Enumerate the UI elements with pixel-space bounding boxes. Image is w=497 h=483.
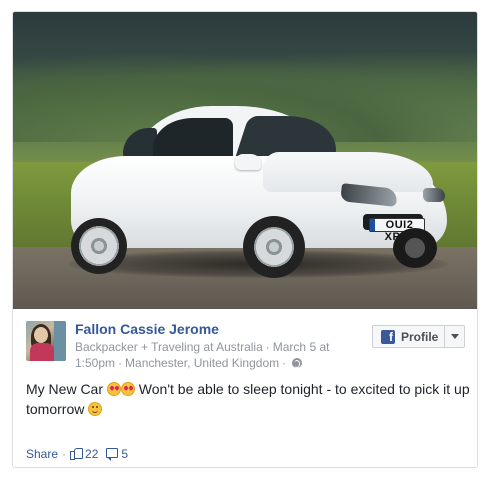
message-text-1: My New Car bbox=[26, 381, 104, 397]
post-location-link[interactable]: Manchester, United Kingdom bbox=[125, 356, 279, 370]
post-body: Fallon Cassie Jerome Backpacker + Travel… bbox=[13, 309, 477, 467]
profile-dropdown-button[interactable] bbox=[444, 326, 464, 347]
car-illustration: OUI2 XPG bbox=[63, 100, 453, 278]
car-headlight-right bbox=[423, 188, 445, 202]
embedded-post-card: OUI2 XPG Fallon Cassie Jerome Backpacker… bbox=[12, 11, 478, 468]
heart-eyes-emoji-icon bbox=[106, 382, 121, 396]
heart-eyes-emoji-icon bbox=[120, 382, 135, 396]
car-rear-wheel bbox=[71, 218, 127, 274]
car-front-wheel bbox=[243, 216, 305, 278]
profile-button[interactable]: f Profile bbox=[373, 326, 444, 347]
post-footer: Share · 22 5 bbox=[26, 446, 129, 462]
post-meta: Backpacker + Traveling at Australia · Marc… bbox=[75, 340, 330, 370]
post-photo[interactable]: OUI2 XPG bbox=[13, 12, 477, 309]
car-far-wheel bbox=[393, 228, 437, 268]
comments-link[interactable]: 5 bbox=[98, 446, 128, 462]
chevron-down-icon bbox=[450, 334, 459, 339]
comment-icon bbox=[106, 448, 119, 461]
comments-count: 5 bbox=[121, 447, 129, 461]
smile-emoji-icon bbox=[88, 402, 103, 416]
post-message: My New Car Won't be able to sleep tonigh… bbox=[26, 379, 471, 419]
avatar[interactable] bbox=[26, 321, 66, 361]
author-bio: Backpacker + Traveling at Australia bbox=[75, 340, 263, 354]
likes-link[interactable]: 22 bbox=[70, 446, 98, 462]
car-mirror bbox=[235, 154, 261, 170]
likes-count: 22 bbox=[85, 447, 99, 461]
globe-icon bbox=[292, 358, 303, 368]
profile-button-group: f Profile bbox=[372, 325, 465, 348]
author-name-link[interactable]: Fallon Cassie Jerome bbox=[75, 320, 219, 338]
profile-button-label: Profile bbox=[401, 329, 439, 344]
facebook-icon: f bbox=[381, 329, 395, 344]
like-icon bbox=[70, 447, 84, 460]
share-link[interactable]: Share bbox=[26, 446, 58, 462]
